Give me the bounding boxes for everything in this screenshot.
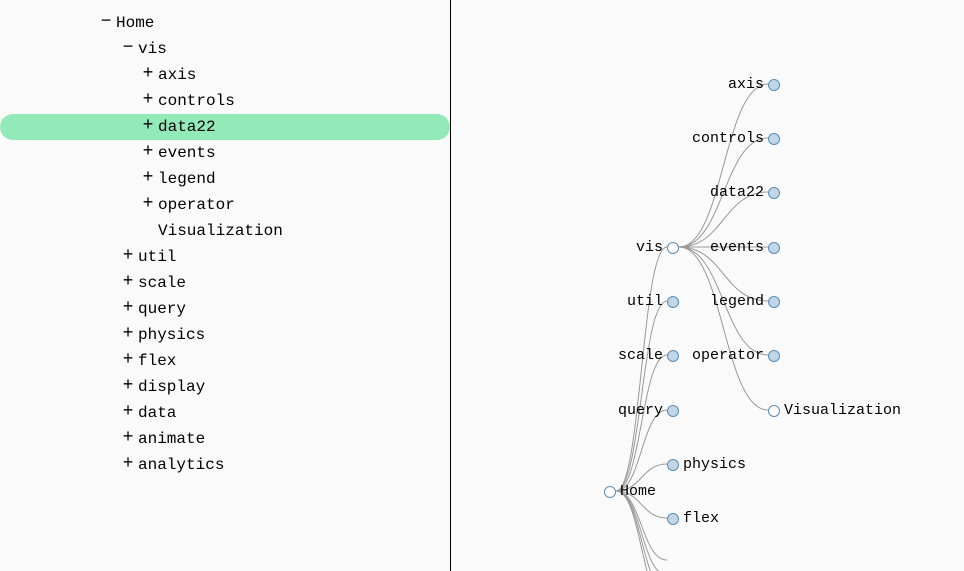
graph-node-vis[interactable]: vis — [636, 239, 679, 256]
graph-node-axis[interactable]: axis — [728, 76, 780, 93]
graph-node-events[interactable]: events — [710, 239, 780, 256]
node-dot-icon[interactable] — [667, 459, 679, 471]
node-dot-icon[interactable] — [667, 405, 679, 417]
node-dot-icon[interactable] — [604, 486, 616, 498]
graph-node-label: legend — [710, 293, 764, 310]
tree-row-flex[interactable]: + flex — [0, 348, 450, 374]
graph-node-label: Visualization — [784, 402, 901, 419]
expand-icon[interactable]: + — [118, 295, 138, 321]
expand-icon[interactable]: + — [138, 113, 158, 139]
graph-node-data22[interactable]: data22 — [710, 184, 780, 201]
node-dot-icon[interactable] — [667, 513, 679, 525]
tree-label: animate — [138, 426, 205, 452]
tree-pane: − Home − vis + axis + controls + + event… — [0, 0, 451, 571]
node-dot-icon[interactable] — [667, 296, 679, 308]
node-dot-icon[interactable] — [768, 133, 780, 145]
tree-label: data — [138, 400, 176, 426]
node-dot-icon[interactable] — [667, 242, 679, 254]
expand-icon[interactable]: + — [138, 191, 158, 217]
tree-label: analytics — [138, 452, 224, 478]
tree-label: events — [158, 140, 216, 166]
expand-icon[interactable]: + — [138, 61, 158, 87]
tree-row-vis[interactable]: − vis — [0, 36, 450, 62]
graph-pane[interactable]: Home vis util scale query physics flex axis cont… — [451, 0, 964, 571]
tree-row-data22[interactable]: + — [0, 114, 450, 140]
graph-node-label: controls — [692, 130, 764, 147]
node-dot-icon[interactable] — [768, 187, 780, 199]
graph-node-label: Home — [620, 483, 656, 500]
expand-icon[interactable]: + — [138, 87, 158, 113]
expand-icon[interactable]: + — [118, 321, 138, 347]
graph-links-layer — [451, 0, 964, 571]
tree-row-scale[interactable]: + scale — [0, 270, 450, 296]
node-dot-icon[interactable] — [667, 350, 679, 362]
tree-row-operator[interactable]: + operator — [0, 192, 450, 218]
tree-label: flex — [138, 348, 176, 374]
node-dot-icon[interactable] — [768, 405, 780, 417]
graph-node-physics[interactable]: physics — [667, 456, 746, 473]
tree-row-query[interactable]: + query — [0, 296, 450, 322]
graph-node-label: axis — [728, 76, 764, 93]
tree-label-edit-input[interactable] — [158, 118, 418, 136]
tree-row-physics[interactable]: + physics — [0, 322, 450, 348]
tree-row-data[interactable]: + data — [0, 400, 450, 426]
expand-icon[interactable]: + — [118, 373, 138, 399]
node-dot-icon[interactable] — [768, 242, 780, 254]
graph-node-label: events — [710, 239, 764, 256]
tree-row-axis[interactable]: + axis — [0, 62, 450, 88]
tree-label: query — [138, 296, 186, 322]
tree-label: controls — [158, 88, 235, 114]
expand-icon[interactable]: + — [118, 269, 138, 295]
graph-node-util[interactable]: util — [627, 293, 679, 310]
tree-label: Home — [116, 10, 154, 36]
tree-label: axis — [158, 62, 196, 88]
expand-icon[interactable]: + — [118, 399, 138, 425]
tree-row-home[interactable]: − Home — [0, 10, 450, 36]
graph-node-home[interactable]: Home — [604, 483, 656, 500]
collapse-icon[interactable]: − — [118, 35, 138, 61]
node-dot-icon[interactable] — [768, 79, 780, 91]
expand-icon[interactable]: + — [118, 243, 138, 269]
tree-label: legend — [158, 166, 216, 192]
graph-node-label: vis — [636, 239, 663, 256]
collapse-icon[interactable]: − — [96, 9, 116, 35]
tree-row-display[interactable]: + display — [0, 374, 450, 400]
graph-node-label: operator — [692, 347, 764, 364]
expand-icon[interactable]: + — [138, 165, 158, 191]
tree-row-legend[interactable]: + legend — [0, 166, 450, 192]
tree-label: util — [138, 244, 176, 270]
graph-node-label: data22 — [710, 184, 764, 201]
tree-row-events[interactable]: + events — [0, 140, 450, 166]
tree-label: physics — [138, 322, 205, 348]
tree-label: vis — [138, 36, 167, 62]
graph-node-query[interactable]: query — [618, 402, 679, 419]
expand-icon[interactable]: + — [118, 451, 138, 477]
tree-label: operator — [158, 192, 235, 218]
tree-row-controls[interactable]: + controls — [0, 88, 450, 114]
tree-label: display — [138, 374, 205, 400]
graph-node-flex[interactable]: flex — [667, 510, 719, 527]
tree-label: scale — [138, 270, 186, 296]
graph-node-controls[interactable]: controls — [692, 130, 780, 147]
graph-node-label: physics — [683, 456, 746, 473]
expand-icon[interactable]: + — [138, 139, 158, 165]
expand-icon[interactable]: + — [118, 425, 138, 451]
tree-row-util[interactable]: + util — [0, 244, 450, 270]
tree-row-visualization[interactable]: Visualization — [0, 218, 450, 244]
tree-row-analytics[interactable]: + analytics — [0, 452, 450, 478]
graph-node-label: util — [627, 293, 663, 310]
graph-node-label: scale — [618, 347, 663, 364]
expand-icon[interactable]: + — [118, 347, 138, 373]
tree-label: Visualization — [158, 218, 283, 244]
graph-node-label: query — [618, 402, 663, 419]
graph-node-scale[interactable]: scale — [618, 347, 679, 364]
tree-row-animate[interactable]: + animate — [0, 426, 450, 452]
node-dot-icon[interactable] — [768, 296, 780, 308]
node-dot-icon[interactable] — [768, 350, 780, 362]
graph-node-operator[interactable]: operator — [692, 347, 780, 364]
graph-node-label: flex — [683, 510, 719, 527]
graph-node-visualization[interactable]: Visualization — [768, 402, 901, 419]
graph-node-legend[interactable]: legend — [710, 293, 780, 310]
